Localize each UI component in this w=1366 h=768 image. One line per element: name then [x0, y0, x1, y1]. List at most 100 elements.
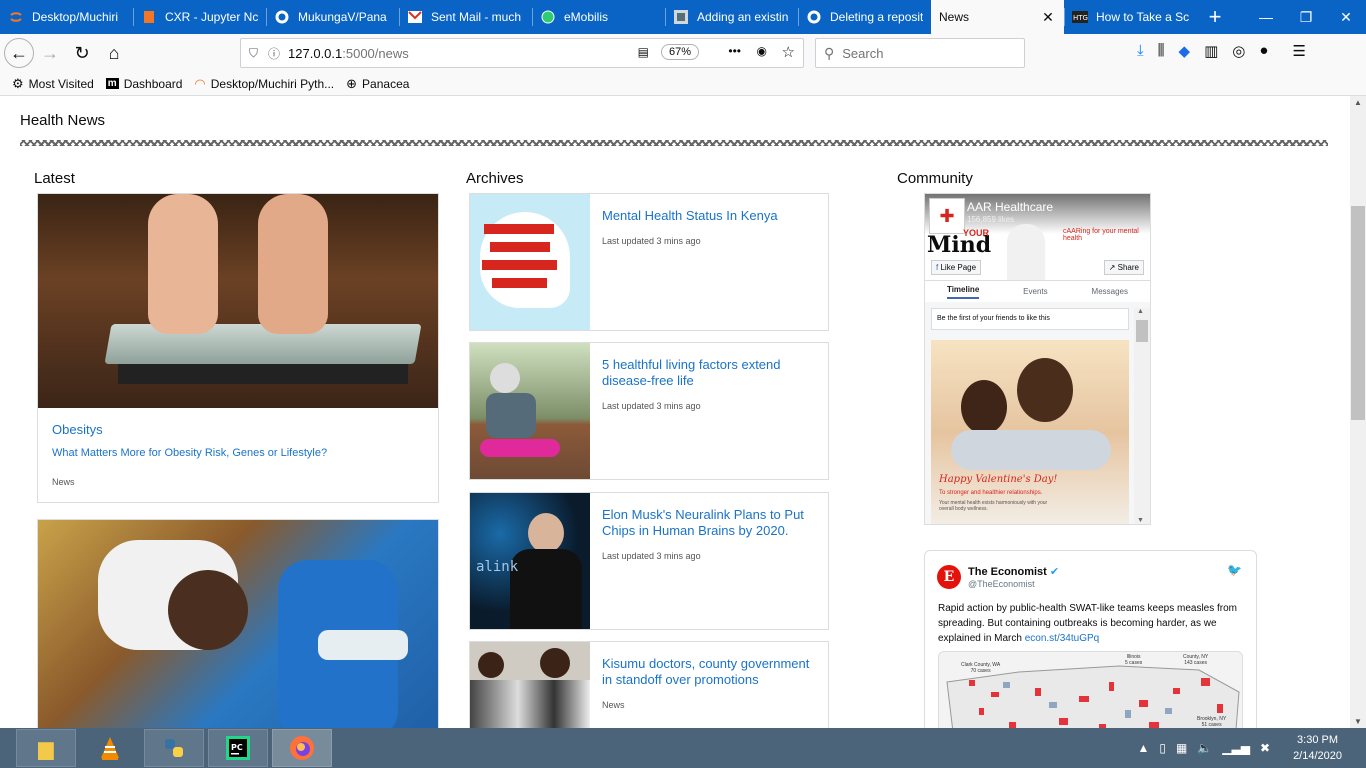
map-label-clark-county: Clark County, WA 70 cases	[961, 662, 1001, 674]
bookmark-star-icon[interactable]: ☆	[782, 43, 795, 61]
moodle-icon: m	[105, 78, 119, 89]
fb-share-button[interactable]: ↗ Share	[1103, 260, 1144, 275]
page-icon	[673, 9, 689, 25]
account-circle-icon[interactable]: ◎	[1232, 42, 1245, 60]
notebook-icon	[141, 9, 157, 25]
tab-adding-existing[interactable]: Adding an existin	[665, 0, 798, 34]
address-bar[interactable]: ⛉ ⓘ 127.0.0.1:5000/news ▤ 67% ••• ◉ ☆	[240, 38, 804, 68]
latest-title[interactable]: Obesitys	[52, 422, 424, 437]
economist-avatar[interactable]: E	[937, 565, 961, 589]
kisumu-doctors-image	[470, 642, 590, 728]
vaccination-image	[38, 520, 438, 728]
page-scrollbar[interactable]: ▲ ▼	[1350, 96, 1366, 728]
latest-card[interactable]: Obesitys What Matters More for Obesity R…	[37, 193, 439, 503]
tweet-handle[interactable]: @TheEconomist	[968, 579, 1035, 589]
library-icon[interactable]: ⫼	[1158, 42, 1165, 60]
home-icon: ⌂	[108, 42, 120, 63]
back-button[interactable]: ←	[4, 38, 34, 68]
extension-icon[interactable]: ◆	[1179, 42, 1191, 60]
github-icon	[274, 9, 290, 25]
fb-tab-messages[interactable]: Messages	[1092, 287, 1128, 296]
home-button[interactable]: ⌂	[98, 37, 130, 69]
archive-item[interactable]: Kisumu doctors, county government in sta…	[469, 641, 829, 728]
fb-scrollbar[interactable]: ▲ ▼	[1134, 308, 1150, 524]
sidebar-icon[interactable]: ▥	[1204, 42, 1218, 60]
archive-item[interactable]: 5 healthful living factors extend diseas…	[469, 342, 829, 480]
twitter-bird-icon[interactable]: 🐦	[1227, 563, 1242, 577]
wifi-icon[interactable]: ▁▃▅	[1222, 741, 1250, 755]
scrollbar-thumb[interactable]	[1351, 206, 1365, 420]
new-tab-button[interactable]: +	[1197, 0, 1233, 34]
twitter-embed[interactable]: E The Economist ✔ @TheEconomist 🐦 Rapid …	[924, 550, 1257, 728]
tab-deleting-repo[interactable]: Deleting a reposit	[798, 0, 931, 34]
tab-cxr-jupyter[interactable]: CXR - Jupyter Nc	[133, 0, 266, 34]
tracking-shield-icon[interactable]: ⛉	[249, 46, 258, 61]
fb-tabs: Timeline Events Messages	[925, 280, 1150, 302]
archive-title[interactable]: 5 healthful living factors extend diseas…	[602, 357, 816, 389]
bookmark-panacea[interactable]: ⊕ Panacea	[346, 76, 409, 92]
share-icon: ↗	[1108, 263, 1116, 272]
taskbar-file-explorer[interactable]: ▆	[16, 729, 76, 767]
search-input[interactable]: ⚲ Search	[815, 38, 1025, 68]
restore-button[interactable]: ❐	[1286, 0, 1326, 34]
volume-icon[interactable]: 🔈	[1197, 741, 1212, 755]
scroll-up-icon[interactable]: ▲	[1354, 98, 1362, 107]
fb-valentine-sub: To stronger and healthier relationships.	[939, 490, 1043, 496]
fb-page-name[interactable]: AAR Healthcare	[967, 200, 1053, 214]
tab-emobilis[interactable]: eMobilis	[532, 0, 665, 34]
battery-icon[interactable]: ▯	[1159, 741, 1166, 755]
fb-tab-events[interactable]: Events	[1023, 287, 1047, 296]
facebook-page-widget[interactable]: ✚ AAR Healthcare 156,859 likes Mind YOUR…	[924, 193, 1151, 525]
tweet-link[interactable]: econ.st/34tuGPq	[1025, 633, 1100, 644]
action-center-icon[interactable]: ✖	[1260, 741, 1270, 755]
tab-desktop-muchiri[interactable]: Desktop/Muchiri	[0, 0, 133, 34]
network-icon[interactable]: ▦	[1176, 741, 1187, 755]
archive-item[interactable]: alink Elon Musk's Neuralink Plans to Put…	[469, 492, 829, 630]
zoom-indicator[interactable]: 67%	[660, 44, 699, 60]
archive-item[interactable]: Mental Health Status In Kenya Last update…	[469, 193, 829, 331]
bookmark-dashboard[interactable]: m Dashboard	[105, 77, 182, 91]
reader-view-icon[interactable]: ▤	[638, 45, 649, 59]
profile-icon[interactable]: ●	[1259, 42, 1268, 60]
bookmark-desktop-muchiri[interactable]: ◠ Desktop/Muchiri Pyth...	[194, 76, 334, 92]
folder-icon: ▆	[38, 737, 54, 760]
tab-how-to-take[interactable]: HTG How to Take a Sc	[1064, 0, 1197, 34]
page-actions-icon[interactable]: •••	[728, 44, 741, 58]
tab-news[interactable]: News ✕	[931, 0, 1064, 34]
close-tab-icon[interactable]: ✕	[1040, 9, 1056, 26]
tab-sent-mail[interactable]: Sent Mail - much	[399, 0, 532, 34]
scroll-down-icon[interactable]: ▼	[1354, 717, 1362, 726]
show-hidden-icons-icon[interactable]: ▲	[1137, 741, 1149, 755]
forward-button[interactable]: →	[34, 37, 66, 69]
fb-like-page-button[interactable]: f Like Page	[931, 260, 982, 275]
mental-health-image	[470, 194, 590, 330]
menu-icon[interactable]: ☰	[1292, 42, 1305, 60]
fb-cover-your: YOUR	[963, 228, 990, 238]
latest-tag: News	[52, 477, 75, 487]
taskbar-python[interactable]	[144, 729, 204, 767]
site-info-icon[interactable]: ⓘ	[268, 45, 280, 62]
reload-button[interactable]: ↻	[66, 37, 98, 69]
latest-card-2[interactable]	[37, 519, 439, 728]
latest-subtitle[interactable]: What Matters More for Obesity Risk, Gene…	[52, 447, 424, 459]
archive-meta: Last updated 3 mins ago	[602, 401, 701, 411]
archive-title[interactable]: Elon Musk's Neuralink Plans to Put Chips…	[602, 507, 816, 539]
taskbar-vlc[interactable]	[80, 729, 140, 767]
bookmark-most-visited[interactable]: ⚙ Most Visited	[12, 76, 94, 92]
facebook-icon: f	[936, 263, 939, 272]
map-label-brooklyn: Brooklyn, NY 51 cases	[1197, 716, 1227, 728]
taskbar-pycharm[interactable]: PC	[208, 729, 268, 767]
pocket-icon[interactable]: ◉	[757, 44, 767, 58]
measles-map-image: Illinois 5 cases County, NY 143 cases Clar…	[938, 651, 1243, 728]
taskbar-clock[interactable]: 3:30 PM 2/14/2020	[1293, 732, 1342, 764]
fb-tab-timeline[interactable]: Timeline	[946, 285, 980, 299]
archive-title[interactable]: Mental Health Status In Kenya	[602, 208, 778, 224]
tab-github-panacea[interactable]: MukungaV/Pana	[266, 0, 399, 34]
close-window-button[interactable]: ✕	[1326, 0, 1366, 34]
tweet-author-name[interactable]: The Economist ✔	[968, 565, 1059, 578]
fb-cover: ✚ AAR Healthcare 156,859 likes Mind YOUR…	[925, 194, 1150, 280]
archive-title[interactable]: Kisumu doctors, county government in sta…	[602, 656, 816, 688]
minimize-button[interactable]: —	[1246, 0, 1286, 34]
taskbar-firefox[interactable]	[272, 729, 332, 767]
download-icon[interactable]: ⤓	[1137, 42, 1144, 60]
